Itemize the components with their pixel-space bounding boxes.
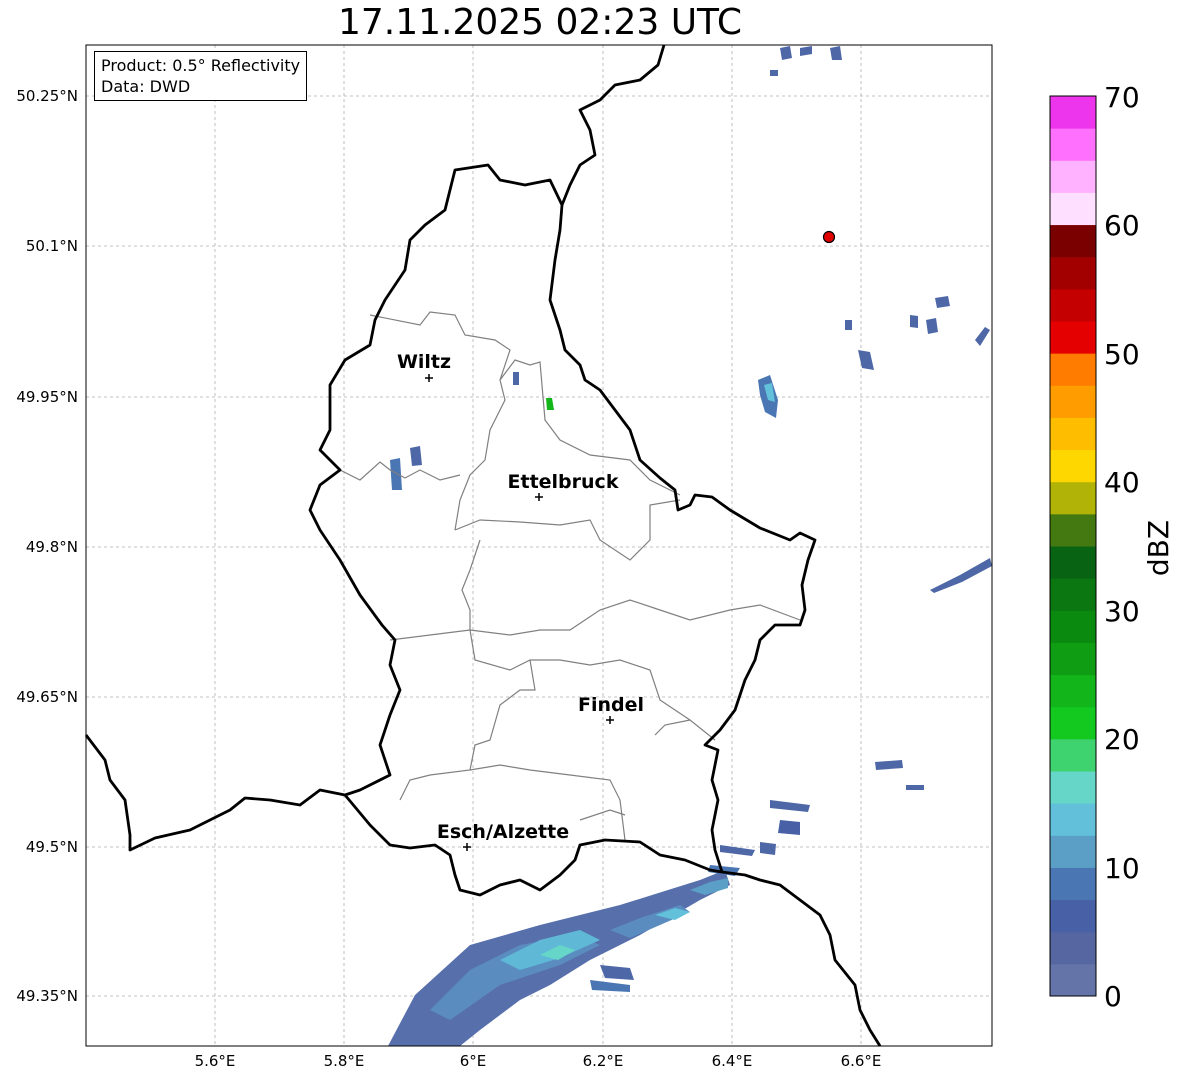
colorbar-segment	[1050, 867, 1096, 901]
colorbar-segment	[1050, 481, 1096, 515]
colorbar-segment	[1050, 224, 1096, 258]
colorbar-tick-label: 30	[1104, 595, 1140, 628]
colorbar-tick-label: 20	[1104, 723, 1140, 756]
colorbar-segment	[1050, 835, 1096, 868]
lat-tick-label: 50.1°N	[26, 237, 78, 255]
lat-tick-label: 50.25°N	[16, 87, 78, 105]
colorbar-segment	[1050, 385, 1096, 418]
lat-tick-label: 49.65°N	[16, 688, 78, 706]
data-source-label: Data: DWD	[101, 77, 191, 96]
colorbar-tick-label: 0	[1104, 980, 1122, 1013]
lon-tick-label: 6.2°E	[583, 1052, 624, 1070]
colorbar-segment	[1050, 353, 1096, 386]
colorbar-segment	[1050, 803, 1096, 836]
map-background	[86, 45, 992, 1046]
product-info-box: Product: 0.5° Reflectivity Data: DWD	[94, 51, 308, 101]
city-label-findel: Findel	[578, 694, 644, 716]
product-label: Product: 0.5° Reflectivity	[101, 56, 301, 75]
colorbar-segment	[1050, 192, 1096, 226]
colorbar-ticks: 0 10 20 30 40 50 60 70	[1104, 81, 1140, 1013]
colorbar-segment	[1050, 738, 1096, 772]
colorbar-segment	[1050, 706, 1096, 740]
colorbar-segment	[1050, 513, 1096, 547]
lon-axis: 5.6°E 5.8°E 6°E 6.2°E 6.4°E 6.6°E	[195, 1052, 882, 1070]
colorbar-segment	[1050, 642, 1096, 676]
colorbar-segment	[1050, 449, 1096, 483]
colorbar-segment	[1050, 610, 1096, 643]
lon-tick-label: 5.8°E	[324, 1052, 365, 1070]
lat-tick-label: 49.8°N	[26, 538, 78, 556]
colorbar-tick-label: 60	[1104, 209, 1140, 242]
colorbar-segment	[1050, 256, 1096, 290]
radar-site-marker	[822, 230, 836, 244]
colorbar-segment	[1050, 288, 1096, 322]
colorbar-tick-label: 10	[1104, 852, 1140, 885]
colorbar-segment	[1050, 321, 1096, 354]
colorbar-tick-label: 50	[1104, 338, 1140, 371]
lat-tick-label: 49.95°N	[16, 388, 78, 406]
colorbar-segment	[1050, 160, 1096, 193]
colorbar-segment	[1050, 674, 1096, 708]
colorbar-segment	[1050, 578, 1096, 611]
lon-tick-label: 5.6°E	[195, 1052, 236, 1070]
colorbar-segment	[1050, 128, 1096, 161]
radar-map: Wiltz Ettelbruck Findel Esch/Alzette 50.…	[16, 44, 1175, 1070]
lon-tick-label: 6.4°E	[712, 1052, 753, 1070]
lat-axis: 50.25°N 50.1°N 49.95°N 49.8°N 49.65°N 49…	[16, 87, 78, 1005]
colorbar-segment	[1050, 546, 1096, 579]
colorbar-tick-label: 40	[1104, 466, 1140, 499]
lon-tick-label: 6.6°E	[841, 1052, 882, 1070]
city-label-esch-alzette: Esch/Alzette	[437, 821, 569, 843]
colorbar	[1050, 96, 1096, 997]
colorbar-segment	[1050, 771, 1096, 804]
colorbar-segment	[1050, 931, 1096, 965]
lat-tick-label: 49.5°N	[26, 838, 78, 856]
colorbar-segment	[1050, 417, 1096, 451]
colorbar-segment	[1050, 963, 1096, 997]
colorbar-label: dBZ	[1142, 520, 1175, 576]
lat-tick-label: 49.35°N	[16, 987, 78, 1005]
colorbar-segment	[1050, 899, 1096, 933]
colorbar-segment	[1050, 96, 1096, 129]
lon-tick-label: 6°E	[460, 1052, 487, 1070]
city-label-ettelbruck: Ettelbruck	[508, 471, 619, 493]
city-label-wiltz: Wiltz	[397, 351, 451, 373]
colorbar-tick-label: 70	[1104, 81, 1140, 114]
